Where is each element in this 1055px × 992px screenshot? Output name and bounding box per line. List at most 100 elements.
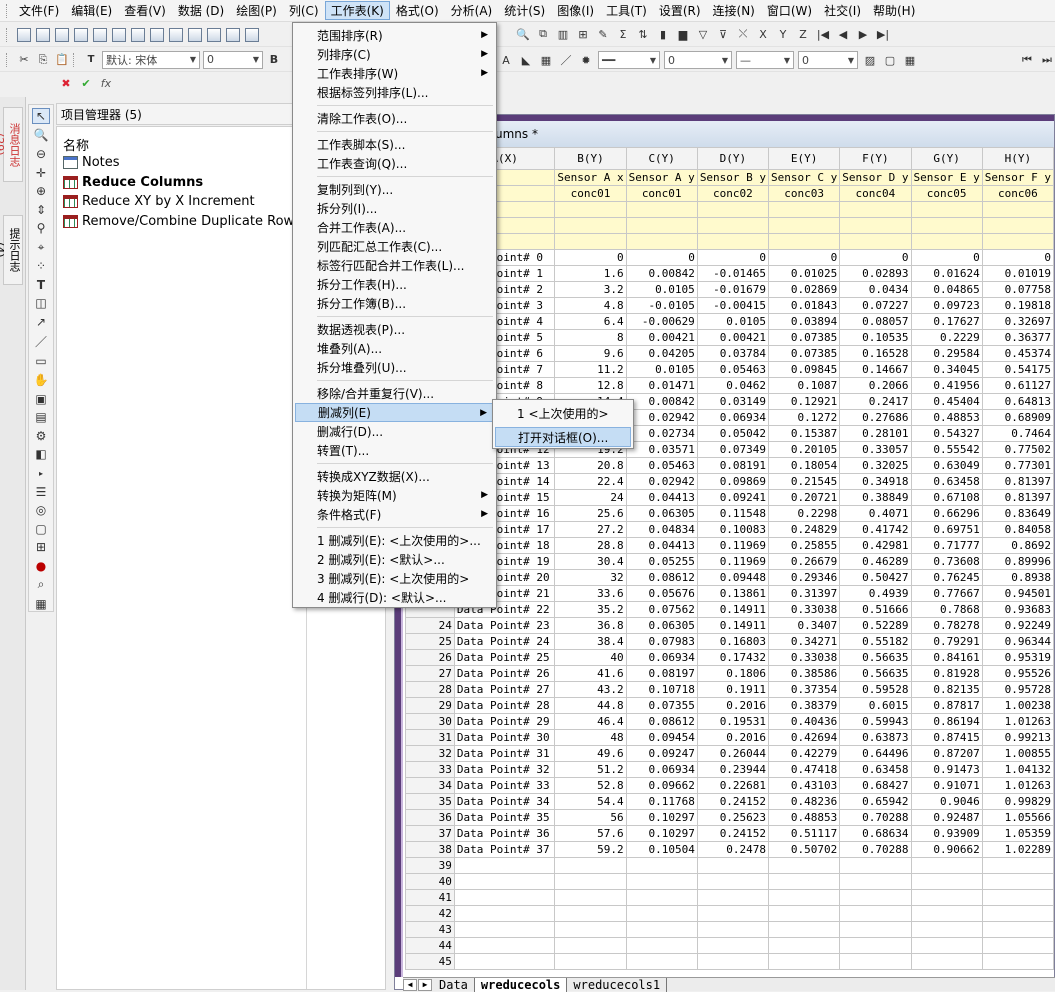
data-cell[interactable]: 0.7868 (910, 601, 983, 618)
data-cell[interactable] (625, 937, 698, 954)
data-cell[interactable]: 0.11768 (625, 793, 698, 810)
data-cell[interactable]: 0.8692 (981, 537, 1055, 554)
sheet-tab[interactable]: Data (433, 977, 475, 992)
move-prev-icon[interactable]: ◀ (835, 26, 851, 42)
region-icon[interactable]: ◫ (32, 296, 50, 311)
data-cell[interactable]: 0.42694 (768, 729, 841, 746)
scatter-icon[interactable]: ⁘ (32, 259, 50, 274)
z-column-icon[interactable]: Z (795, 26, 811, 42)
data-cell[interactable]: 0.91071 (910, 777, 983, 794)
label-cell[interactable] (453, 905, 556, 922)
new-workbook-icon[interactable] (54, 27, 70, 43)
data-cell[interactable]: 0.34271 (768, 633, 841, 650)
data-cell[interactable]: 0.51117 (768, 825, 841, 842)
next-sheet-icon[interactable]: ▶ (418, 978, 432, 991)
data-cell[interactable]: 0.4071 (839, 505, 912, 522)
data-reader-icon[interactable]: ⚲ (32, 221, 50, 236)
data-cell[interactable]: 0.0105 (625, 361, 698, 378)
data-cell[interactable]: 0.04413 (625, 537, 698, 554)
data-cell[interactable]: 1.01263 (981, 713, 1055, 730)
label-cell[interactable] (453, 873, 556, 890)
label-cell[interactable]: Data Point# 34 (453, 793, 556, 810)
row-header[interactable]: 31 (405, 729, 455, 746)
mask-icon[interactable]: ⚙ (32, 429, 50, 444)
data-cell[interactable] (839, 905, 912, 922)
data-cell[interactable]: 0.45374 (981, 345, 1055, 362)
row-header[interactable]: 32 (405, 745, 455, 762)
data-cell[interactable] (910, 905, 983, 922)
data-cell[interactable]: 0.33038 (768, 601, 841, 618)
data-cell[interactable]: 0.34918 (839, 473, 912, 490)
menu-item[interactable]: 图像(I) (551, 1, 600, 20)
data-cell[interactable]: 0.52289 (839, 617, 912, 634)
data-cell[interactable]: 0.08197 (625, 665, 698, 682)
new-layout-icon[interactable] (149, 27, 165, 43)
label-cell[interactable]: Data Point# 36 (453, 825, 556, 842)
row-header[interactable]: 33 (405, 761, 455, 778)
cursor-icon[interactable]: ⌖ (32, 240, 50, 255)
data-cell[interactable]: 4.8 (554, 297, 627, 314)
data-cell[interactable]: 0.55182 (839, 633, 912, 650)
meta-cell[interactable]: conc04 (839, 185, 912, 202)
data-cell[interactable]: 0.34045 (910, 361, 983, 378)
data-cell[interactable]: 0.10718 (625, 681, 698, 698)
meta-cell[interactable]: Sensor F y (981, 169, 1055, 186)
label-cell[interactable] (453, 937, 556, 954)
data-cell[interactable]: 1.04132 (981, 761, 1055, 778)
data-cell[interactable]: 0 (625, 249, 698, 266)
data-cell[interactable] (625, 953, 698, 970)
data-cell[interactable]: 0.06934 (696, 409, 770, 426)
data-cell[interactable]: 0.59943 (839, 713, 912, 730)
label-cell[interactable]: Data Point# 23 (453, 617, 556, 634)
data-cell[interactable]: 0.04205 (625, 345, 698, 362)
toolbar-grip[interactable] (6, 27, 9, 42)
data-cell[interactable]: 0.04865 (910, 281, 983, 298)
meta-cell[interactable] (696, 233, 770, 250)
data-cell[interactable]: 0.4939 (839, 585, 912, 602)
data-cell[interactable]: 0.09869 (696, 473, 770, 490)
data-cell[interactable]: 0.68909 (981, 409, 1055, 426)
zoom-out-icon[interactable]: ⊖ (32, 147, 50, 162)
screen-reader-icon[interactable]: ⧉ (535, 26, 551, 42)
data-cell[interactable]: 0.14911 (696, 601, 770, 618)
row-header[interactable]: 35 (405, 793, 455, 810)
palette-expander-icon[interactable]: ▸ (32, 466, 50, 481)
data-cell[interactable]: 0.32697 (981, 313, 1055, 330)
data-cell[interactable]: 0.16528 (839, 345, 912, 362)
data-cell[interactable]: 46.4 (554, 713, 627, 730)
data-cell[interactable]: 0.2066 (839, 377, 912, 394)
data-cell[interactable]: 0.89996 (981, 553, 1055, 570)
menu-option[interactable]: 数据透视表(P)... (295, 320, 494, 339)
data-cell[interactable]: 0.08057 (839, 313, 912, 330)
data-cell[interactable]: 0.03149 (696, 393, 770, 410)
meta-cell[interactable]: conc05 (910, 185, 983, 202)
data-cell[interactable]: 0.6015 (839, 697, 912, 714)
data-cell[interactable]: 48 (554, 729, 627, 746)
data-cell[interactable]: 0.46289 (839, 553, 912, 570)
x-column-icon[interactable]: X (755, 26, 771, 42)
label-cell[interactable]: Data Point# 37 (453, 841, 556, 858)
data-cell[interactable]: 0.1272 (768, 409, 841, 426)
data-cell[interactable] (768, 905, 841, 922)
pointer-icon[interactable]: ↖ (32, 108, 50, 124)
new-excel-icon[interactable] (73, 27, 89, 43)
y-column-icon[interactable]: Y (775, 26, 791, 42)
menu-option[interactable]: 工作表脚本(S)... (295, 135, 494, 154)
data-cell[interactable]: 0.09723 (910, 297, 983, 314)
row-header[interactable]: 36 (405, 809, 455, 826)
data-cell[interactable]: 0.00842 (625, 265, 698, 282)
data-cell[interactable]: 0.14667 (839, 361, 912, 378)
data-cell[interactable]: 57.6 (554, 825, 627, 842)
label-cell[interactable] (453, 857, 556, 874)
zoom-in-icon[interactable]: 🔍 (515, 26, 531, 42)
data-cell[interactable]: 0.07758 (981, 281, 1055, 298)
data-cell[interactable]: 0.07385 (768, 329, 841, 346)
data-cell[interactable]: 0.38586 (768, 665, 841, 682)
data-cell[interactable]: 0.50702 (768, 841, 841, 858)
data-cell[interactable] (768, 953, 841, 970)
menu-option[interactable]: 3 删减列(E): <上次使用的> (295, 569, 494, 588)
menu-item[interactable]: 数据 (D) (172, 1, 230, 20)
menu-item[interactable]: 编辑(E) (65, 1, 118, 20)
menu-item[interactable]: 设置(R) (653, 1, 707, 20)
data-cell[interactable]: 0.08612 (625, 713, 698, 730)
